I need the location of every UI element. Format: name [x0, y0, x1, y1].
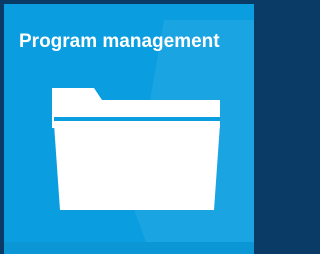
program-management-tile[interactable]: Program management: [4, 4, 254, 254]
folder-icon: [52, 88, 220, 210]
tile-bottom-strip: [4, 242, 254, 254]
tile-title: Program management: [19, 31, 220, 52]
